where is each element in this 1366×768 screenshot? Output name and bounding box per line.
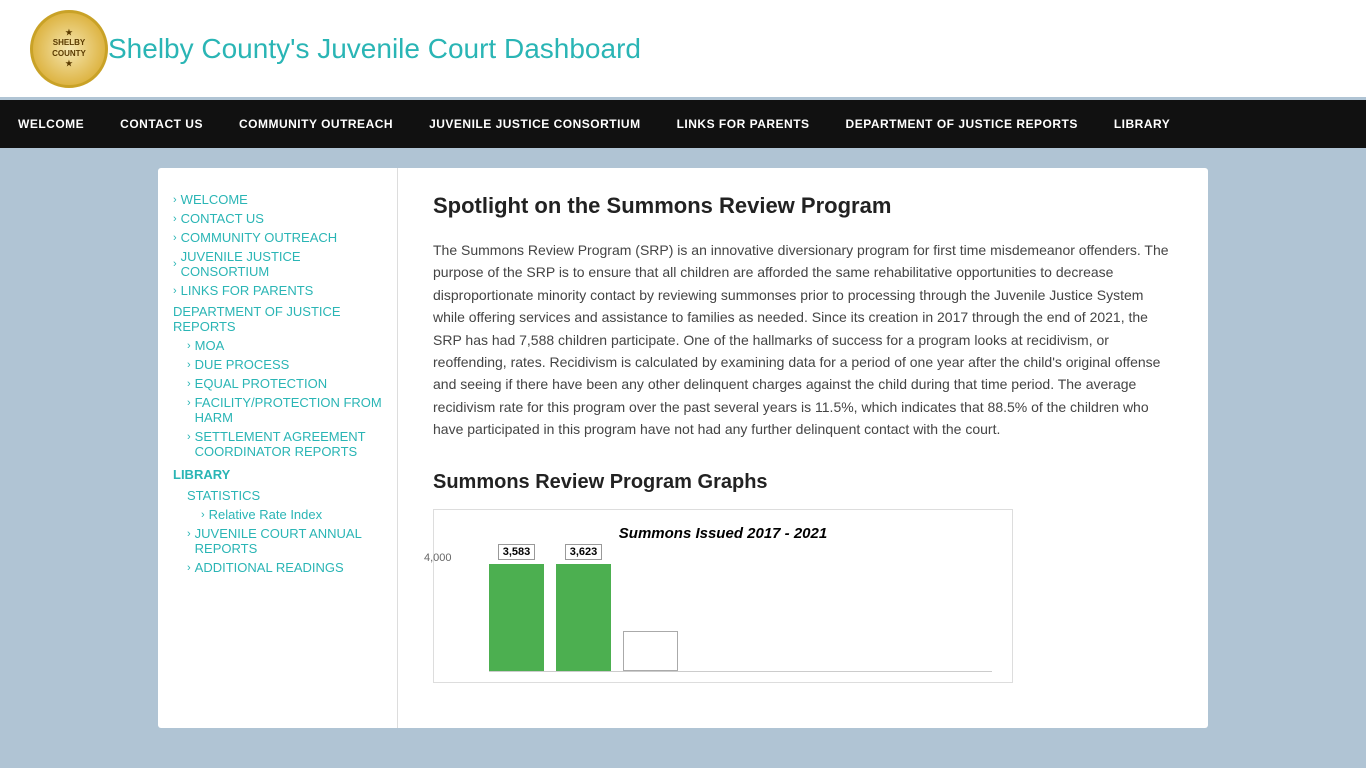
chart-area: 3,583 3,623 bbox=[489, 552, 992, 672]
chevron-icon: › bbox=[187, 431, 191, 443]
chevron-icon: › bbox=[187, 378, 191, 390]
page-body: The Summons Review Program (SRP) is an i… bbox=[433, 239, 1173, 441]
sidebar-item-facility[interactable]: › FACILITY/PROTECTION FROM HARM bbox=[187, 395, 382, 425]
chart-container: Summons Issued 2017 - 2021 4,000 3,583 3… bbox=[433, 509, 1013, 683]
sidebar-item-community[interactable]: › COMMUNITY OUTREACH bbox=[173, 230, 382, 245]
sidebar-item-moa[interactable]: › MOA bbox=[187, 338, 382, 353]
chevron-icon: › bbox=[187, 528, 191, 540]
chart-bar-label-1: 3,583 bbox=[498, 544, 536, 560]
sidebar-item-contact[interactable]: › CONTACT US bbox=[173, 211, 382, 226]
chart-bar-rect-1 bbox=[489, 564, 544, 671]
page-heading: Spotlight on the Summons Review Program bbox=[433, 193, 1173, 219]
chevron-icon: › bbox=[173, 258, 177, 270]
sidebar: › WELCOME › CONTACT US › COMMUNITY OUTRE… bbox=[158, 168, 398, 728]
chart-bar-label-2: 3,623 bbox=[565, 544, 603, 560]
nav-contact[interactable]: CONTACT US bbox=[102, 100, 221, 148]
main-nav: WELCOME CONTACT US COMMUNITY OUTREACH JU… bbox=[0, 100, 1366, 148]
chevron-icon: › bbox=[187, 359, 191, 371]
chart-y-label: 4,000 bbox=[424, 552, 452, 564]
chevron-icon: › bbox=[173, 232, 177, 244]
seal-text: ★SHELBYCOUNTY★ bbox=[48, 24, 90, 74]
nav-welcome[interactable]: WELCOME bbox=[0, 100, 102, 148]
site-header: ★SHELBYCOUNTY★ Shelby County's Juvenile … bbox=[0, 0, 1366, 100]
sidebar-item-equal-protection[interactable]: › EQUAL PROTECTION bbox=[187, 376, 382, 391]
nav-juvenile[interactable]: JUVENILE JUSTICE CONSORTIUM bbox=[411, 100, 659, 148]
chevron-icon: › bbox=[173, 213, 177, 225]
chart-bar-2: 3,623 bbox=[556, 544, 611, 671]
nav-library[interactable]: LIBRARY bbox=[1096, 100, 1188, 148]
chevron-icon: › bbox=[173, 285, 177, 297]
chart-bar-rect-2 bbox=[556, 564, 611, 671]
site-title: Shelby County's Juvenile Court Dashboard bbox=[108, 33, 641, 65]
sidebar-item-rri[interactable]: › Relative Rate Index bbox=[201, 507, 382, 522]
chevron-icon: › bbox=[173, 194, 177, 206]
nav-doj[interactable]: DEPARTMENT OF JUSTICE REPORTS bbox=[828, 100, 1096, 148]
site-logo: ★SHELBYCOUNTY★ bbox=[30, 10, 108, 88]
sidebar-item-due-process[interactable]: › DUE PROCESS bbox=[187, 357, 382, 372]
sidebar-item-statistics: STATISTICS bbox=[187, 488, 382, 503]
sidebar-item-doj[interactable]: DEPARTMENT OF JUSTICE REPORTS bbox=[173, 304, 382, 334]
chart-bar-1: 3,583 bbox=[489, 544, 544, 671]
page-subheading: Summons Review Program Graphs bbox=[433, 471, 1173, 494]
chart-title: Summons Issued 2017 - 2021 bbox=[454, 525, 992, 542]
sidebar-item-settlement[interactable]: › SETTLEMENT AGREEMENT COORDINATOR REPOR… bbox=[187, 429, 382, 459]
sidebar-item-court-reports[interactable]: › JUVENILE COURT ANNUAL REPORTS bbox=[187, 526, 382, 556]
chevron-icon: › bbox=[187, 562, 191, 574]
content-wrapper: › WELCOME › CONTACT US › COMMUNITY OUTRE… bbox=[158, 168, 1208, 728]
nav-community[interactable]: COMMUNITY OUTREACH bbox=[221, 100, 411, 148]
chevron-icon: › bbox=[187, 340, 191, 352]
chart-bar-rect-3 bbox=[623, 631, 678, 671]
sidebar-item-welcome[interactable]: › WELCOME bbox=[173, 192, 382, 207]
chevron-icon: › bbox=[201, 509, 205, 521]
sidebar-item-additional[interactable]: › ADDITIONAL READINGS bbox=[187, 560, 382, 575]
chevron-icon: › bbox=[187, 397, 191, 409]
sidebar-item-library: LIBRARY bbox=[173, 467, 382, 482]
sidebar-item-parents[interactable]: › LINKS FOR PARENTS bbox=[173, 283, 382, 298]
chart-bar-3 bbox=[623, 631, 678, 671]
nav-parents[interactable]: LINKS FOR PARENTS bbox=[659, 100, 828, 148]
main-content: Spotlight on the Summons Review Program … bbox=[398, 168, 1208, 728]
sidebar-item-consortium[interactable]: › JUVENILE JUSTICE CONSORTIUM bbox=[173, 249, 382, 279]
